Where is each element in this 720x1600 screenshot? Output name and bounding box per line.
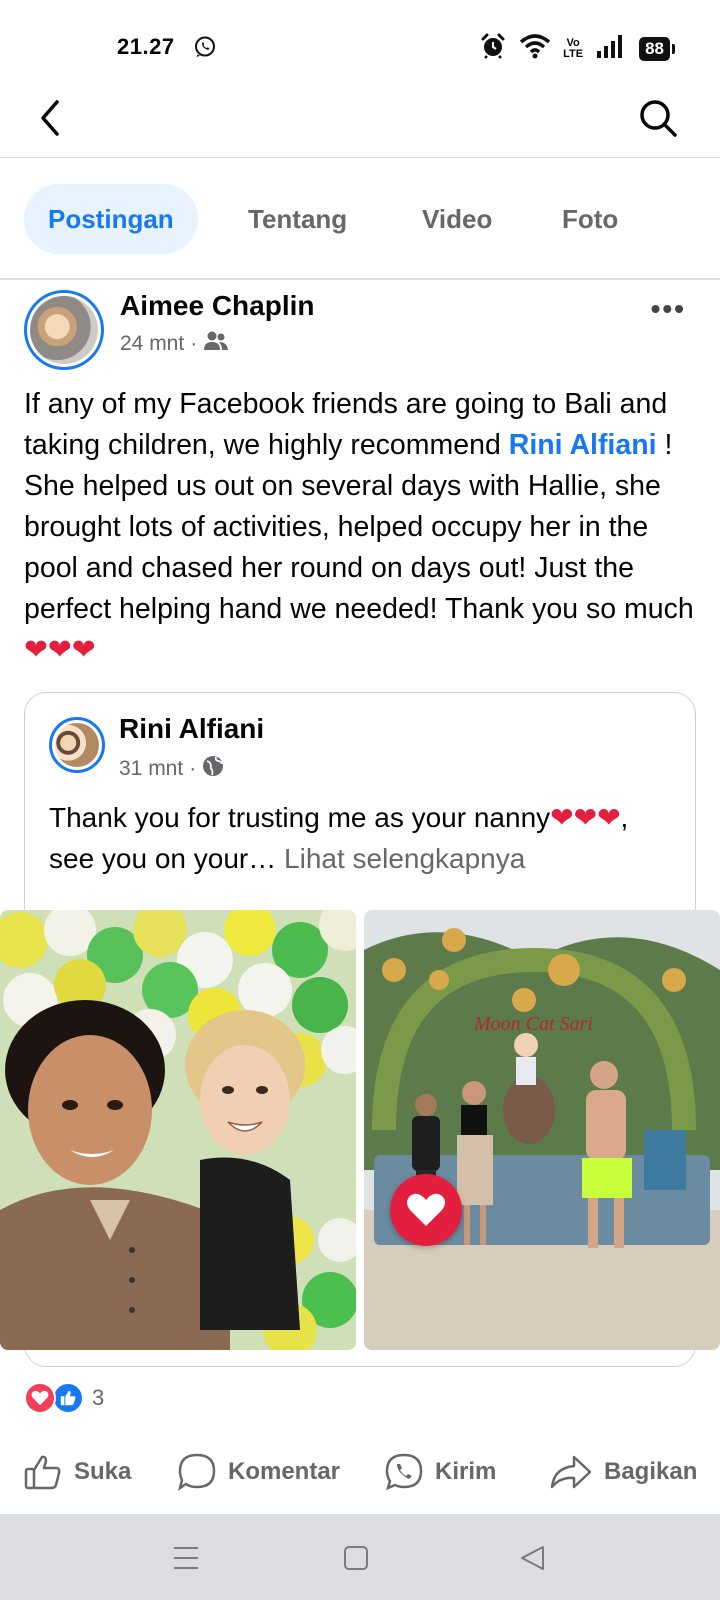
tab-postingan[interactable]: Postingan xyxy=(24,184,198,254)
photo-family-outing[interactable]: Moon Cat Sari xyxy=(364,910,720,1350)
post-meta: 24 mnt · xyxy=(120,330,229,358)
tab-video[interactable]: Video xyxy=(422,184,492,254)
home-button[interactable] xyxy=(336,1540,376,1576)
reaction-count: 3 xyxy=(92,1385,105,1410)
status-time: 21.27 xyxy=(117,34,175,59)
shared-post-time[interactable]: 31 mnt xyxy=(119,757,183,781)
recents-button[interactable] xyxy=(166,1540,206,1576)
see-more-link[interactable]: Lihat selengkapnya xyxy=(284,843,525,874)
chevron-left-icon xyxy=(41,100,59,136)
heart-icon xyxy=(407,1193,445,1226)
svg-text:Moon Cat Sari: Moon Cat Sari xyxy=(473,1013,593,1035)
thumbs-up-icon xyxy=(24,1455,61,1490)
more-options-button[interactable]: ••• xyxy=(651,295,686,323)
volte-label: Vo LTE xyxy=(563,36,584,60)
share-button[interactable]: Bagikan xyxy=(550,1430,697,1514)
post-author[interactable]: Aimee Chaplin xyxy=(120,290,314,322)
alarm-icon xyxy=(479,32,507,65)
shared-text-part-1: Thank you for trusting me as your nanny xyxy=(49,802,551,833)
battery-icon: 88 xyxy=(639,36,675,61)
share-icon xyxy=(550,1455,592,1489)
top-nav xyxy=(0,96,720,158)
heart-emoji: ❤ xyxy=(550,802,574,833)
meta-separator: · xyxy=(190,332,198,355)
share-label: Bagikan xyxy=(604,1458,698,1485)
whatsapp-icon xyxy=(193,35,217,64)
post-time[interactable]: 24 mnt xyxy=(120,332,184,356)
meta-separator: · xyxy=(189,757,197,780)
tab-tentang[interactable]: Tentang xyxy=(248,184,347,254)
post-text: If any of my Facebook friends are going … xyxy=(24,384,700,671)
tab-foto[interactable]: Foto xyxy=(562,184,618,254)
comment-label: Komentar xyxy=(228,1458,341,1485)
send-button[interactable]: Kirim xyxy=(385,1430,496,1514)
signal-icon xyxy=(595,33,627,64)
menu-icon xyxy=(174,1547,198,1569)
search-button[interactable] xyxy=(636,96,680,140)
friends-icon xyxy=(203,330,229,358)
photo-ball-pit[interactable] xyxy=(0,910,356,1350)
love-reaction-icon xyxy=(24,1382,56,1414)
system-back-button[interactable] xyxy=(512,1540,552,1576)
like-button[interactable]: Suka xyxy=(24,1430,131,1514)
status-bar: 21.27 Vo LTE 88 xyxy=(0,0,720,96)
wifi-icon xyxy=(519,33,551,64)
author-avatar[interactable] xyxy=(24,290,104,370)
heart-emojis: ❤❤ xyxy=(573,802,621,833)
system-nav-bar xyxy=(0,1514,720,1600)
comment-icon xyxy=(178,1453,216,1491)
comment-button[interactable]: Komentar xyxy=(178,1430,340,1514)
mention-link[interactable]: Rini Alfiani xyxy=(509,429,657,461)
shared-post-text: Thank you for trusting me as your nanny❤… xyxy=(49,797,679,879)
shared-post-author[interactable]: Rini Alfiani xyxy=(119,713,264,745)
post-action-bar: Suka Komentar Kirim Bagikan xyxy=(0,1430,720,1514)
square-icon xyxy=(344,1546,368,1570)
profile-tabs: Postingan Tentang Video Foto xyxy=(0,158,720,280)
reactions-summary[interactable]: 3 xyxy=(24,1382,104,1414)
like-reaction-icon xyxy=(52,1382,84,1414)
like-label: Suka xyxy=(74,1458,132,1485)
triangle-back-icon xyxy=(521,1546,544,1570)
search-icon xyxy=(640,100,677,137)
back-button[interactable] xyxy=(30,96,70,140)
shared-author-avatar[interactable] xyxy=(49,717,105,773)
send-label: Kirim xyxy=(435,1458,497,1485)
globe-icon xyxy=(202,755,224,783)
status-icons: Vo LTE 88 xyxy=(479,32,675,65)
shared-post-meta: 31 mnt · xyxy=(119,755,224,783)
heart-emojis: ❤❤❤ xyxy=(24,634,96,666)
messenger-icon xyxy=(385,1453,423,1491)
love-react-overlay-button[interactable] xyxy=(390,1174,462,1246)
